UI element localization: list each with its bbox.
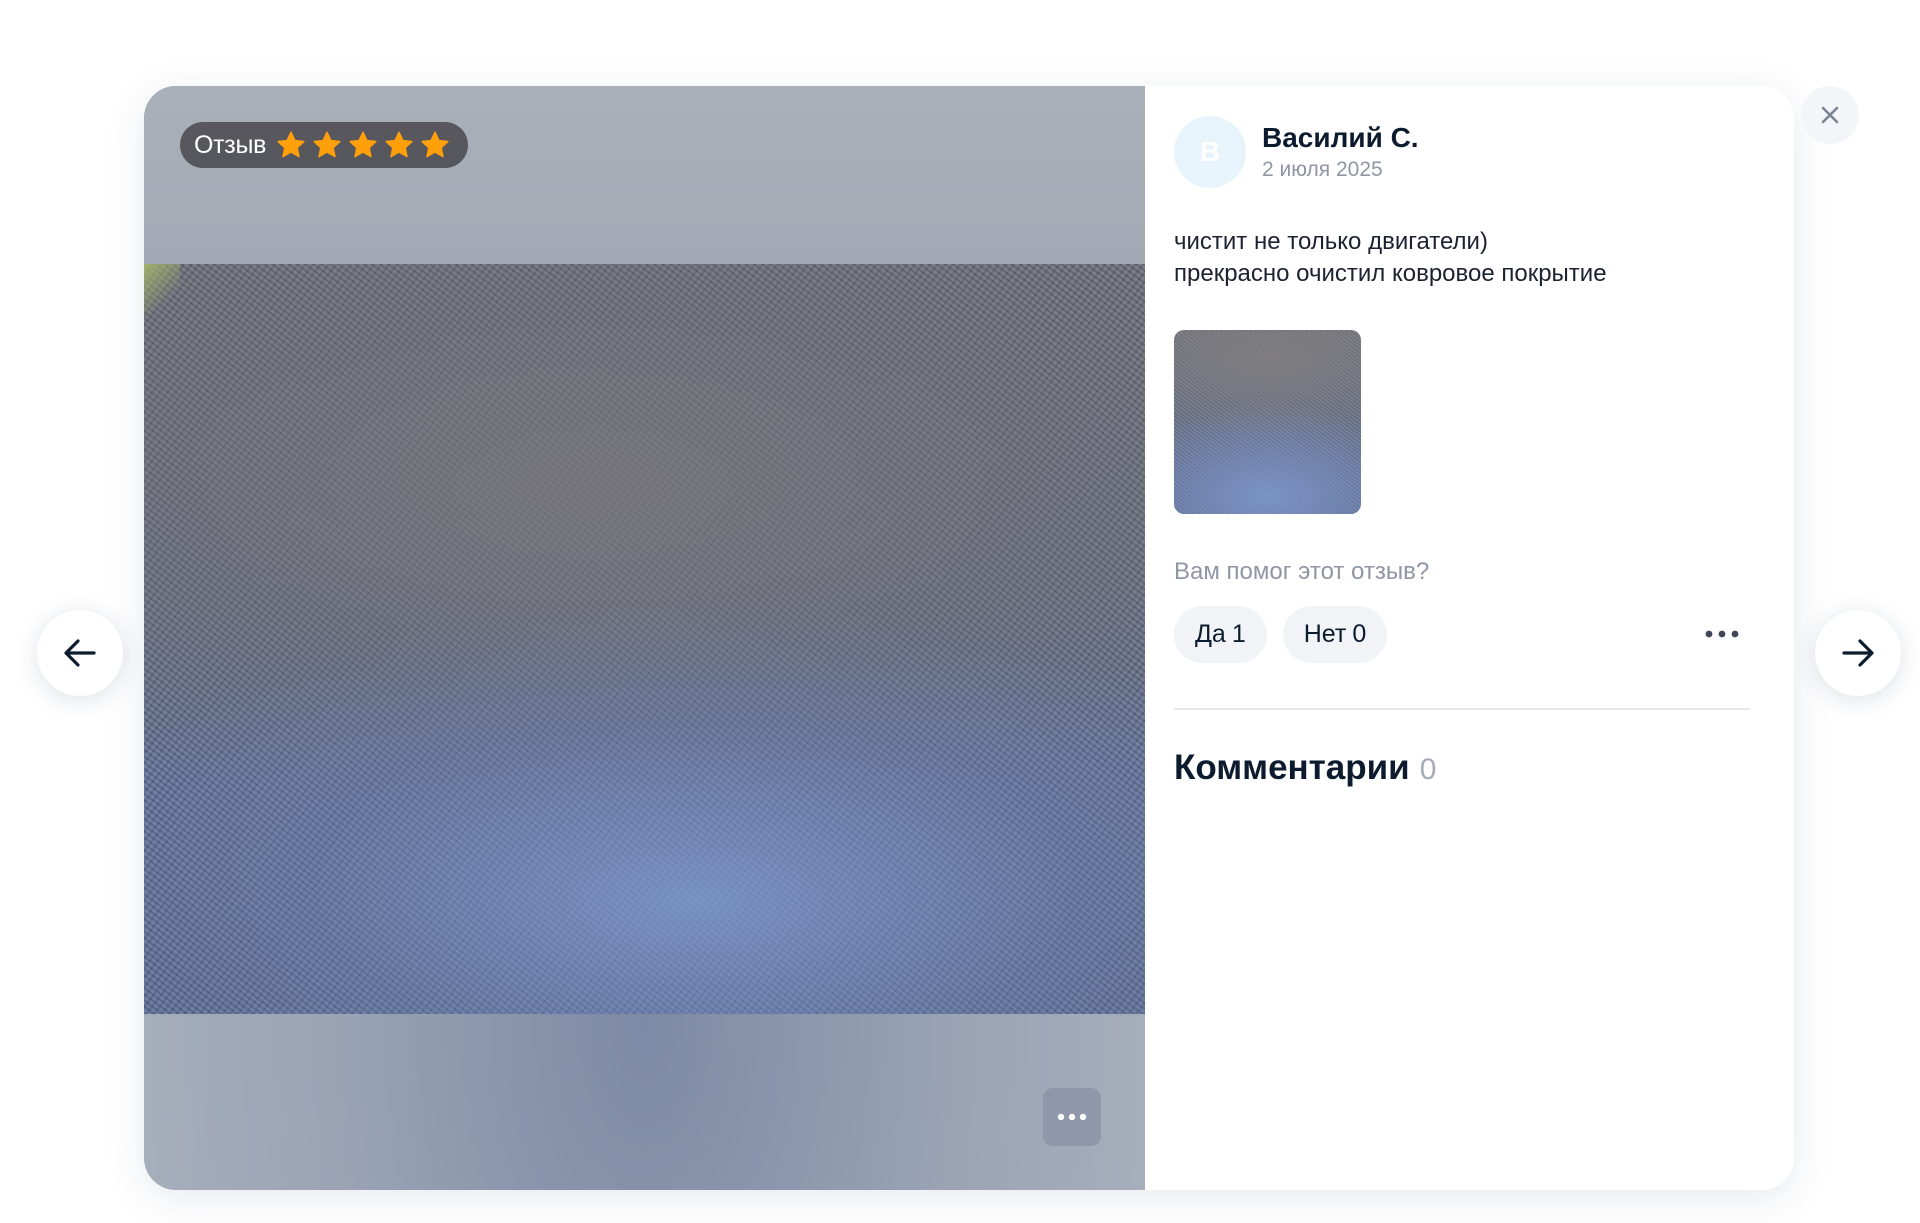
arrow-right-icon	[1842, 639, 1874, 667]
review-photo[interactable]	[144, 264, 1145, 1014]
author-info: Василий С. 2 июля 2025	[1262, 122, 1419, 182]
rating-stars	[276, 130, 450, 160]
previous-review-button[interactable]	[37, 610, 123, 696]
review-text-line: чистит не только двигатели)	[1174, 228, 1488, 255]
star-icon	[385, 131, 413, 158]
review-photo-thumbnail[interactable]	[1174, 330, 1361, 514]
star-icon	[349, 131, 377, 158]
vote-yes-button[interactable]: Да 1	[1174, 606, 1267, 663]
photo-corner-detail	[144, 264, 180, 314]
review-viewer-page: Отзыв В Василий С. 2 июля 2025 чистит не…	[0, 0, 1920, 1223]
vote-no-label: Нет	[1303, 620, 1347, 648]
more-horizontal-icon	[1057, 1113, 1087, 1121]
vote-no-count: 0	[1352, 620, 1367, 648]
review-modal: Отзыв В Василий С. 2 июля 2025 чистит не…	[144, 86, 1794, 1190]
rating-badge: Отзыв	[180, 122, 469, 168]
review-photo-viewer: Отзыв	[144, 86, 1145, 1190]
author-row: В Василий С. 2 июля 2025	[1174, 116, 1750, 188]
star-icon	[313, 131, 341, 158]
divider	[1174, 708, 1750, 710]
rating-badge-label: Отзыв	[194, 130, 267, 159]
review-details-panel: В Василий С. 2 июля 2025 чистит не тольк…	[1145, 86, 1794, 1190]
comments-header: Комментарии 0	[1174, 748, 1750, 788]
vote-no-button[interactable]: Нет 0	[1282, 606, 1388, 663]
review-date: 2 июля 2025	[1262, 158, 1383, 181]
vote-yes-label: Да	[1195, 620, 1226, 648]
close-icon	[1821, 106, 1839, 124]
helpful-question: Вам помог этот отзыв?	[1174, 558, 1430, 585]
comments-count: 0	[1419, 753, 1437, 786]
author-name: Василий С.	[1262, 122, 1419, 153]
photo-backdrop	[144, 86, 1145, 264]
avatar: В	[1174, 116, 1246, 188]
star-icon	[277, 131, 305, 158]
photo-more-button[interactable]	[1043, 1088, 1101, 1146]
more-horizontal-icon	[1705, 630, 1739, 638]
vote-yes-count: 1	[1231, 620, 1246, 648]
review-more-button[interactable]	[1702, 618, 1742, 650]
comments-title: Комментарии	[1174, 748, 1410, 787]
helpful-votes: Да 1 Нет 0	[1174, 606, 1750, 663]
star-icon	[421, 131, 449, 158]
review-text-line: прекрасно очистил ковровое покрытие	[1174, 260, 1607, 287]
review-text: чистит не только двигатели) прекрасно оч…	[1174, 226, 1750, 290]
next-review-button[interactable]	[1815, 610, 1901, 696]
arrow-left-icon	[64, 639, 96, 667]
close-button[interactable]	[1801, 86, 1859, 144]
